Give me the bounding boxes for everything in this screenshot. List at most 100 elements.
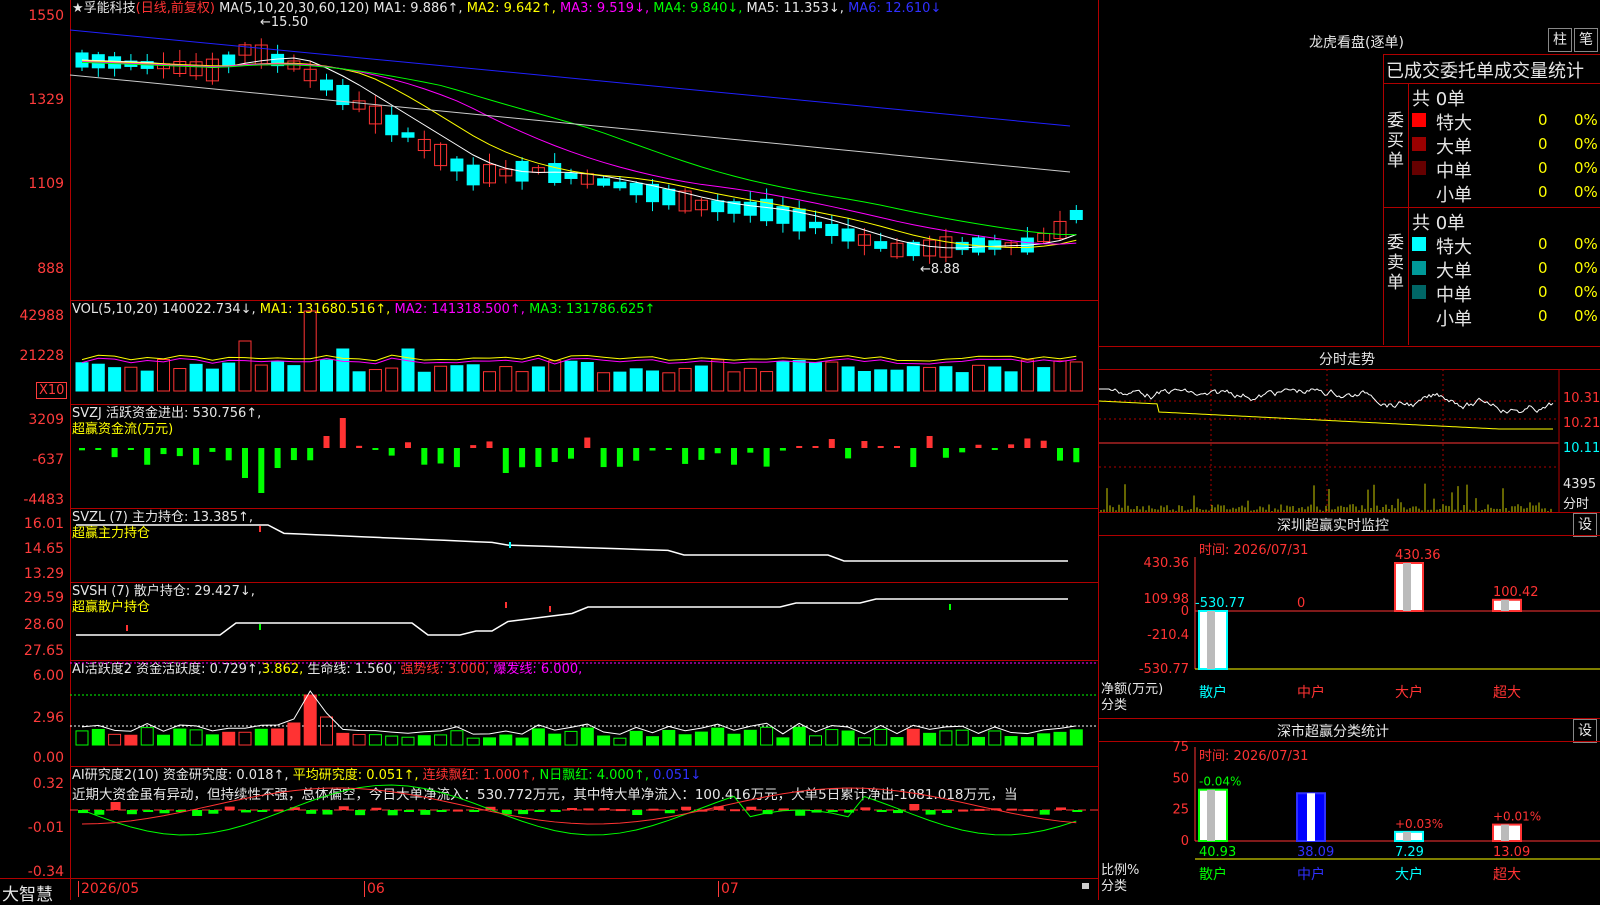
activity-bar (499, 734, 513, 746)
activity-bar (694, 731, 708, 746)
net-flow-bar-chart[interactable]: 430.36109.980-210.4-530.77-530.77散户0中户43… (1099, 513, 1600, 719)
buy-total: 共 0单 (1412, 89, 1466, 110)
activity-bar (466, 737, 480, 746)
indicator-line (76, 598, 1068, 636)
bar-mode-button[interactable]: 柱 (1548, 28, 1572, 52)
research-bar (583, 808, 594, 811)
intraday-chart[interactable] (1099, 369, 1599, 513)
svzl-pane[interactable]: SVZL (7) 主力持仓: 13.385↑, 超赢主力持仓 (70, 508, 1098, 583)
candle (597, 178, 611, 186)
activity-bar (483, 737, 496, 746)
sell-row-percent: 0% (1574, 283, 1598, 301)
price-axis: 1550 1329 1109 888 (28, 8, 64, 277)
retail-position-chart[interactable] (70, 583, 1098, 661)
ai-activity-pane[interactable]: AI活跃度2 资金活跃度: 0.729↑,3.862, 生命线: 1.560, … (70, 660, 1098, 767)
flow-bar (290, 448, 297, 461)
svzj-pane[interactable]: SVZJ 活跃资金进出: 530.756↑, 超赢资金流(万元) (70, 404, 1098, 509)
activity-bar (1069, 729, 1083, 746)
flow-bar (470, 445, 477, 448)
flow-bar (1040, 440, 1047, 448)
volume-bar (646, 370, 659, 392)
sell-side-label: 委卖单 (1387, 233, 1404, 293)
svsh-pane[interactable]: SVSH (7) 散户持仓: 29.427↓, 超赢散户持仓 (70, 582, 1098, 661)
flow-bar (502, 448, 509, 473)
activity-bar (205, 734, 219, 746)
lhb-title: 龙虎看盘(逐单) (1309, 35, 1404, 51)
main-position-chart[interactable] (70, 509, 1098, 583)
flow-bar (193, 448, 200, 465)
research-bar (876, 810, 887, 812)
category-label: 超大 (1493, 685, 1521, 701)
research-bar (909, 804, 920, 810)
date-axis[interactable]: 大智慧 2026/05 06 07 (0, 878, 1098, 905)
tick-mode-button[interactable]: 笔 (1574, 28, 1598, 52)
activity-bar (157, 734, 170, 746)
research-bar (1039, 810, 1050, 815)
sell-color-swatch (1412, 285, 1426, 299)
research-bar (1056, 807, 1066, 810)
flow-bar (535, 448, 542, 467)
candle (385, 114, 399, 136)
activity-bar (515, 737, 529, 746)
research-bar (1072, 810, 1083, 812)
research-bar (420, 810, 431, 815)
volume-bar (1020, 359, 1034, 392)
flow-bar (242, 448, 248, 478)
activity-bar (760, 726, 774, 746)
ratio-change: +0.01% (1493, 810, 1541, 824)
ma-line-1 (81, 57, 1077, 249)
flow-bar (698, 448, 705, 460)
svzl-axis: 16.01 14.65 13.29 (23, 516, 64, 582)
y-tick-label: 0 (1181, 604, 1189, 619)
volume-bar (906, 366, 920, 392)
flow-bar (682, 448, 689, 464)
flow-bar (584, 437, 591, 448)
ratio-bar-shade (1403, 831, 1411, 841)
y-tick-label: 430.36 (1144, 556, 1190, 571)
volume-bar (450, 365, 464, 392)
volume-bar (157, 358, 170, 392)
activity-bar (841, 730, 855, 746)
volume-bar (515, 371, 529, 392)
activity-bar (385, 735, 399, 746)
research-chart[interactable] (70, 767, 1098, 879)
volume-bar (205, 368, 219, 392)
volume-bar (760, 371, 774, 392)
volume-bar (189, 363, 203, 392)
volume-pane[interactable]: VOL(5,10,20) 140022.734↓, MA1: 131680.51… (70, 300, 1098, 405)
lock-icon[interactable] (1082, 883, 1089, 889)
ai-research-pane[interactable]: AI研究度2(10) 资金研究度: 0.018↑, 平均研究度: 0.051↑,… (70, 766, 1098, 879)
volume-bar (939, 366, 953, 392)
flow-bar (861, 441, 868, 448)
research-bar (208, 810, 219, 814)
net-flow-bar-shade (1501, 599, 1509, 611)
price-pane[interactable]: ★孚能科技(日线,前复权) MA(5,10,20,30,60,120) MA1:… (70, 0, 1098, 300)
volume-bar (727, 371, 741, 392)
sell-row-label: 特大 (1436, 237, 1472, 258)
activity-bar (368, 734, 382, 746)
flow-bar (1057, 448, 1063, 461)
activity-bar (857, 737, 871, 746)
signal-mark (509, 542, 511, 548)
volume-bar (108, 367, 122, 392)
net-flow-bar-shade (1207, 611, 1215, 669)
research-bar (681, 806, 692, 810)
category-label: 中户 (1297, 866, 1325, 883)
category-ratio-chart[interactable]: 75 50 25 0 40.93 -0.04% 散户 38.09 中户 7.29 +0.03% 大户 1… (1099, 719, 1600, 901)
intraday-panel[interactable]: 分时走势 10.31 10.21 10.11 4395 分时 (1099, 346, 1600, 513)
activity-bar (434, 734, 448, 746)
volume-bar (483, 371, 496, 392)
activity-bar (320, 716, 333, 746)
lhb-panel: 龙虎看盘(逐单) 柱 笔 已成交委托单成交量统计 委买单 委卖单 共 0单 特大 0… (1099, 0, 1600, 346)
activity-bar (548, 733, 562, 746)
activity-bar (580, 727, 594, 746)
buy-row-count: 0 (1538, 159, 1548, 177)
ratio-change: -0.04% (1199, 775, 1241, 789)
fund-flow-chart[interactable] (70, 405, 1098, 509)
activity-chart[interactable] (70, 661, 1098, 767)
volume-chart[interactable] (70, 301, 1098, 405)
activity-bar (140, 727, 154, 746)
research-bar (224, 806, 235, 810)
candlestick-chart[interactable] (70, 0, 1098, 300)
buy-row-label: 大单 (1436, 137, 1472, 158)
